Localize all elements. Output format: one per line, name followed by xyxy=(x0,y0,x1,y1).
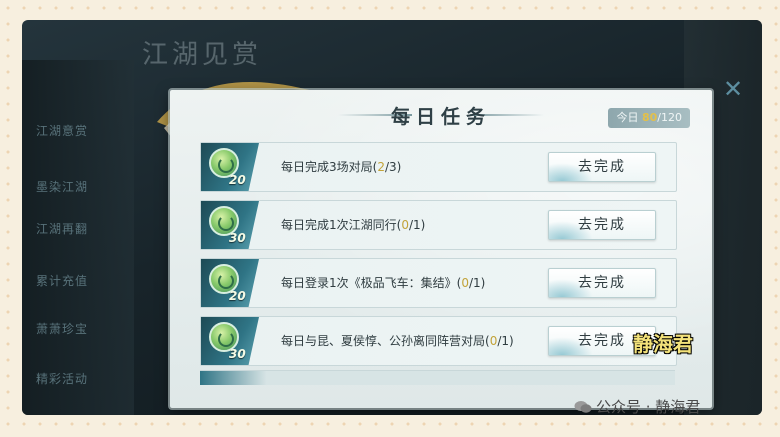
reward-amount: 30 xyxy=(229,231,246,245)
close-icon[interactable]: ✕ xyxy=(720,76,746,102)
task-row: 30 每日完成1次江湖同行(0/1) 去完成 xyxy=(200,200,677,250)
task-row: 20 每日登录1次《极品飞车：集结》(0/1) 去完成 xyxy=(200,258,677,308)
side-menu-item[interactable]: 墨染江湖 xyxy=(36,178,88,195)
reward-icon: 20 xyxy=(201,259,259,307)
reward-icon: 30 xyxy=(201,201,259,249)
go-complete-button[interactable]: 去完成 xyxy=(548,210,656,240)
task-row: 20 每日完成3场对局(2/3) 去完成 xyxy=(200,142,677,192)
task-description: 每日与昆、夏侯惇、公孙离同阵营对局(0/1) xyxy=(281,334,514,348)
background-side-menu: 江湖意赏 墨染江湖 江湖再翻 累计充值 萧萧珍宝 精彩活动 xyxy=(22,60,134,415)
reward-amount: 30 xyxy=(229,347,246,361)
reward-icon: 20 xyxy=(201,143,259,191)
dialog-title: 每日任务 xyxy=(390,106,491,128)
side-menu-item[interactable]: 江湖意赏 xyxy=(36,122,88,139)
task-description: 每日完成3场对局(2/3) xyxy=(281,160,402,174)
today-label: 今日 xyxy=(616,111,639,124)
task-description: 每日完成1次江湖同行(0/1) xyxy=(281,218,426,232)
footer-watermark: 公众号 · 静海君 xyxy=(574,395,700,419)
reward-amount: 20 xyxy=(229,289,246,303)
wechat-icon xyxy=(574,401,592,413)
task-description: 每日登录1次《极品飞车：集结》(0/1) xyxy=(281,276,486,290)
daily-tasks-dialog: 每日任务 今日 80/120 20 每日完成3场对局(2/3) 去完成 30 每… xyxy=(170,90,712,408)
go-complete-button[interactable]: 去完成 xyxy=(548,152,656,182)
side-menu-item[interactable]: 江湖再翻 xyxy=(36,220,88,237)
today-total: /120 xyxy=(657,111,682,124)
side-menu-item[interactable]: 萧萧珍宝 xyxy=(36,320,88,337)
task-row: 30 每日与昆、夏侯惇、公孙离同阵营对局(0/1) 去完成 xyxy=(200,316,677,366)
today-current: 80 xyxy=(641,111,658,124)
reward-amount: 20 xyxy=(229,173,246,187)
task-row-partial xyxy=(200,370,675,385)
side-menu-item[interactable]: 精彩活动 xyxy=(36,370,88,387)
watermark-text: 静海君 xyxy=(633,332,693,356)
go-complete-button[interactable]: 去完成 xyxy=(548,268,656,298)
game-screen: 江湖见赏 江湖意赏 墨染江湖 江湖再翻 累计充值 萧萧珍宝 精彩活动 ✕ 每日任… xyxy=(22,20,762,415)
side-menu-item[interactable]: 累计充值 xyxy=(36,272,88,289)
reward-icon: 30 xyxy=(201,317,259,365)
today-progress-badge: 今日 80/120 xyxy=(608,108,690,128)
